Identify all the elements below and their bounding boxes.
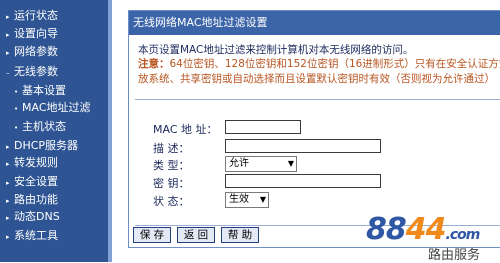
sidebar-item-wireless[interactable]: –无线参数: [6, 65, 58, 80]
bullet-icon: –: [6, 67, 14, 80]
status-select-value: 生效: [229, 194, 249, 205]
description-label: 描 述：: [153, 140, 190, 156]
back-button[interactable]: 返 回: [177, 227, 215, 243]
panel-title: 无线网络MAC地址过滤设置: [129, 11, 500, 35]
sidebar-item-host-status[interactable]: •主机状态: [14, 120, 66, 135]
sidebar-item-wizard[interactable]: ▸设置向导: [6, 27, 58, 42]
key-input[interactable]: [225, 174, 381, 188]
key-label: 密 钥：: [153, 175, 190, 191]
status-label: 状 态：: [153, 193, 190, 209]
bullet-icon: ▸: [6, 141, 14, 154]
bullet-icon: ▸: [6, 231, 14, 244]
sidebar-item-status[interactable]: ▸运行状态: [6, 9, 58, 24]
watermark-text: 路由服务: [428, 244, 480, 263]
mac-address-label: MAC 地 址：: [153, 121, 218, 137]
bullet-icon: •: [14, 103, 22, 116]
chevron-down-icon: ▼: [260, 193, 266, 207]
bullet-icon: ▸: [6, 47, 14, 60]
sidebar-item-forwarding[interactable]: ▸转发规则: [6, 156, 58, 171]
note-line-2: 放系统、共享密钥或自动选择而且设置默认密钥时有效（否则视为允许通过）: [138, 73, 495, 85]
sidebar-item-basic[interactable]: •基本设置: [14, 84, 66, 99]
mac-address-input[interactable]: [225, 120, 301, 134]
note-label: 注意：: [138, 58, 170, 70]
sidebar-item-network[interactable]: ▸网络参数: [6, 45, 58, 60]
sidebar-nav: ▸运行状态 ▸设置向导 ▸网络参数 –无线参数 •基本设置 •MAC地址过滤 •…: [0, 0, 112, 262]
divider: [135, 99, 500, 100]
sidebar-item-dhcp[interactable]: ▸DHCP服务器: [6, 139, 78, 154]
bullet-icon: ▸: [6, 195, 14, 208]
watermark-digits: 8844.com: [366, 212, 479, 247]
chevron-down-icon: ▼: [288, 157, 294, 171]
sidebar-item-tools[interactable]: ▸系统工具: [6, 229, 58, 244]
bullet-icon: ▸: [6, 212, 14, 225]
type-select-value: 允许: [229, 158, 249, 169]
note-text: 注意：64位密钥、128位密钥和152位密钥（16进制形式）只有在安全认证方式 …: [138, 57, 500, 87]
help-button[interactable]: 帮 助: [221, 227, 259, 243]
bullet-icon: ▸: [6, 11, 14, 24]
bullet-icon: ▸: [6, 177, 14, 190]
bullet-icon: ▸: [6, 29, 14, 42]
bullet-icon: ▸: [6, 158, 14, 171]
bullet-icon: •: [14, 122, 22, 135]
description-input[interactable]: [225, 139, 381, 153]
save-button[interactable]: 保 存: [133, 227, 171, 243]
sidebar-item-mac-filter[interactable]: •MAC地址过滤: [14, 101, 91, 116]
sidebar-item-ddns[interactable]: ▸动态DNS: [6, 210, 60, 225]
watermark-logo: 8844.com 路由服务: [366, 212, 494, 262]
sidebar-item-security[interactable]: ▸安全设置: [6, 175, 58, 190]
note-line-1: 64位密钥、128位密钥和152位密钥（16进制形式）只有在安全认证方式: [170, 58, 500, 70]
bullet-icon: •: [14, 86, 22, 99]
type-label: 类 型：: [153, 157, 190, 173]
type-select[interactable]: 允许 ▼: [225, 156, 297, 172]
intro-text: 本页设置MAC地址过滤来控制计算机对本无线网络的访问。: [138, 43, 500, 57]
sidebar-item-routing[interactable]: ▸路由功能: [6, 193, 58, 208]
status-select[interactable]: 生效 ▼: [225, 192, 269, 208]
